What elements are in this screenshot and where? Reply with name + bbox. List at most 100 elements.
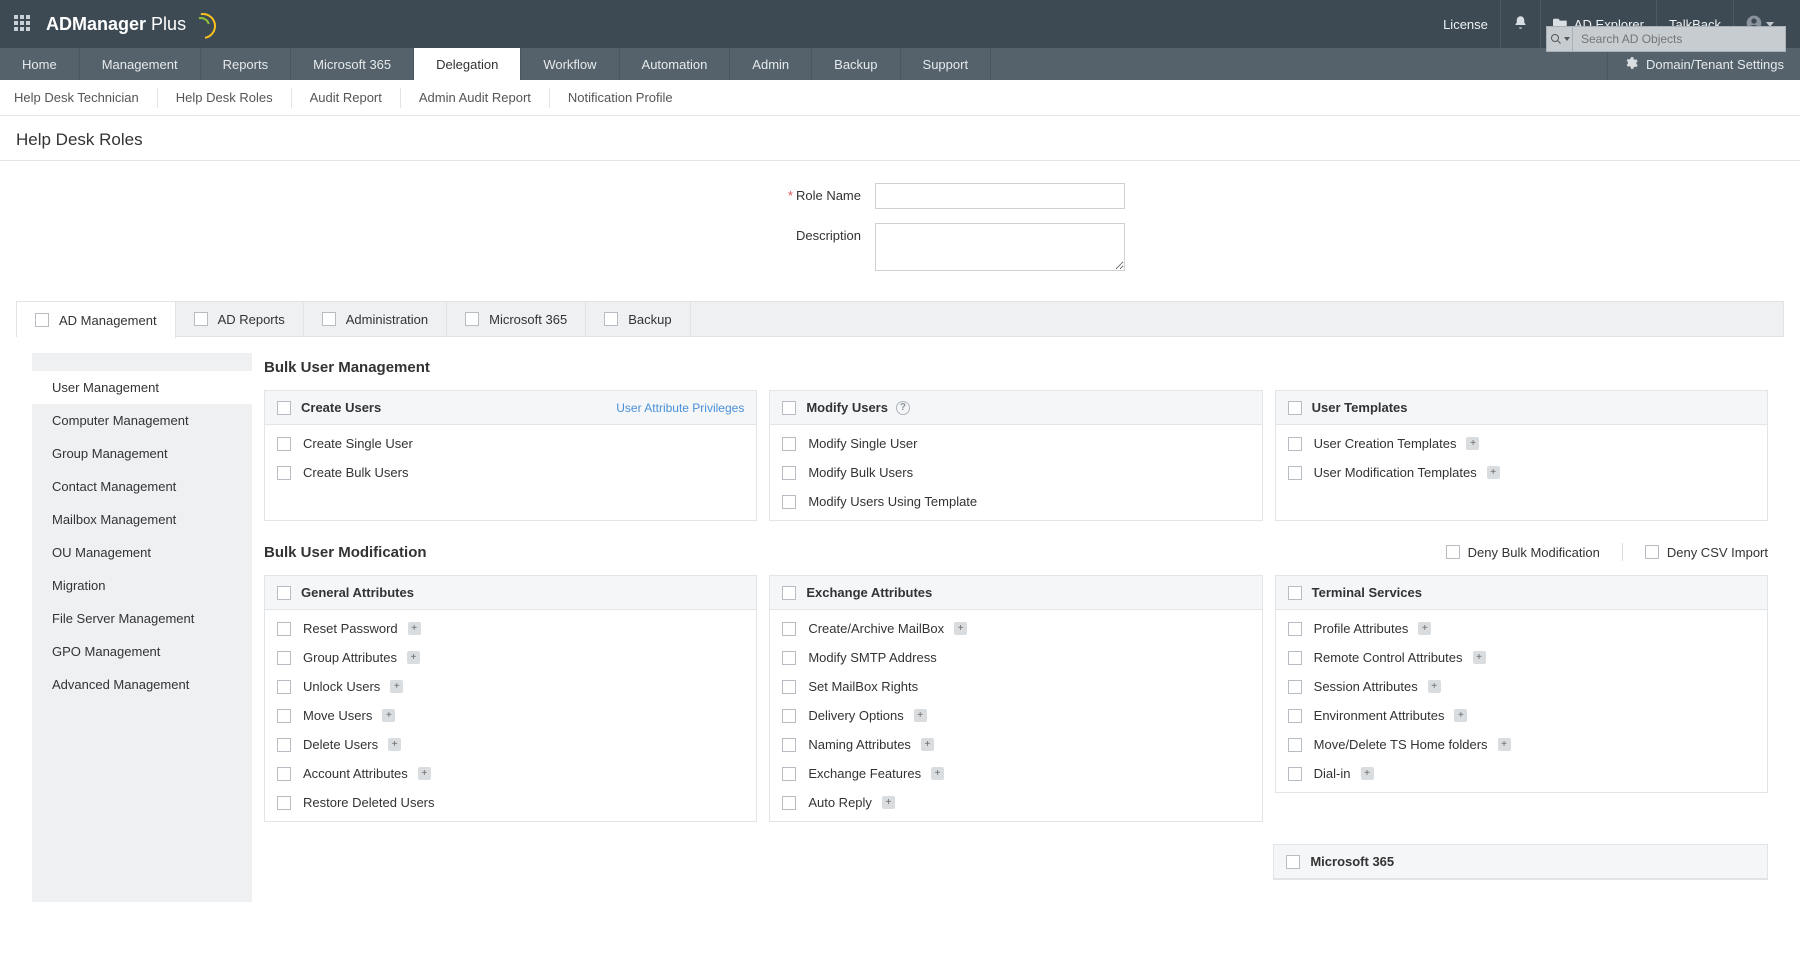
nav-microsoft-365[interactable]: Microsoft 365 [291, 48, 414, 80]
perm-remote-control-attributes[interactable]: Remote Control Attributes+ [1276, 643, 1767, 672]
nav-home[interactable]: Home [0, 48, 80, 80]
nav-admin[interactable]: Admin [730, 48, 812, 80]
nav-workflow[interactable]: Workflow [521, 48, 619, 80]
checkbox[interactable] [1288, 586, 1302, 600]
perm-create-archive-mailbox[interactable]: Create/Archive MailBox+ [770, 614, 1261, 643]
nav-backup[interactable]: Backup [812, 48, 900, 80]
apps-grid-icon[interactable] [14, 15, 32, 33]
expand-icon[interactable]: + [1473, 651, 1486, 664]
expand-icon[interactable]: + [1428, 680, 1441, 693]
perm-move-delete-ts-home-folders[interactable]: Move/Delete TS Home folders+ [1276, 730, 1767, 759]
checkbox[interactable] [782, 622, 796, 636]
nav-support[interactable]: Support [901, 48, 992, 80]
subnav-notification-profile[interactable]: Notification Profile [550, 88, 691, 108]
perm-delete-users[interactable]: Delete Users+ [265, 730, 756, 759]
checkbox[interactable] [194, 312, 208, 326]
deny-bulk-checkbox[interactable]: Deny Bulk Modification [1446, 545, 1600, 560]
checkbox[interactable] [277, 622, 291, 636]
leftnav-ou-management[interactable]: OU Management [32, 536, 252, 569]
domain-tenant-settings[interactable]: Domain/Tenant Settings [1607, 48, 1800, 80]
checkbox[interactable] [277, 401, 291, 415]
expand-icon[interactable]: + [382, 709, 395, 722]
checkbox[interactable] [782, 586, 796, 600]
leftnav-file-server-management[interactable]: File Server Management [32, 602, 252, 635]
perm-exchange-features[interactable]: Exchange Features+ [770, 759, 1261, 788]
checkbox[interactable] [35, 313, 49, 327]
checkbox[interactable] [277, 680, 291, 694]
expand-icon[interactable]: + [1361, 767, 1374, 780]
expand-icon[interactable]: + [931, 767, 944, 780]
help-icon[interactable]: ? [896, 401, 910, 415]
perm-create-bulk-users[interactable]: Create Bulk Users [265, 458, 756, 487]
checkbox[interactable] [782, 738, 796, 752]
nav-delegation[interactable]: Delegation [414, 48, 521, 80]
expand-icon[interactable]: + [390, 680, 403, 693]
cat-tab-microsoft-365[interactable]: Microsoft 365 [447, 302, 586, 336]
checkbox[interactable] [277, 651, 291, 665]
perm-set-mailbox-rights[interactable]: Set MailBox Rights [770, 672, 1261, 701]
perm-modify-users-using-template[interactable]: Modify Users Using Template [770, 487, 1261, 516]
perm-account-attributes[interactable]: Account Attributes+ [265, 759, 756, 788]
expand-icon[interactable]: + [954, 622, 967, 635]
description-textarea[interactable] [875, 223, 1125, 271]
cat-tab-ad-management[interactable]: AD Management [17, 301, 176, 338]
checkbox[interactable] [782, 709, 796, 723]
checkbox[interactable] [782, 796, 796, 810]
leftnav-advanced-management[interactable]: Advanced Management [32, 668, 252, 701]
leftnav-group-management[interactable]: Group Management [32, 437, 252, 470]
perm-profile-attributes[interactable]: Profile Attributes+ [1276, 614, 1767, 643]
nav-automation[interactable]: Automation [620, 48, 731, 80]
subnav-admin-audit-report[interactable]: Admin Audit Report [401, 88, 550, 108]
expand-icon[interactable]: + [1498, 738, 1511, 751]
checkbox[interactable] [277, 709, 291, 723]
deny-csv-checkbox[interactable]: Deny CSV Import [1645, 545, 1768, 560]
perm-modify-bulk-users[interactable]: Modify Bulk Users [770, 458, 1261, 487]
checkbox[interactable] [1288, 651, 1302, 665]
perm-naming-attributes[interactable]: Naming Attributes+ [770, 730, 1261, 759]
checkbox[interactable] [782, 767, 796, 781]
role-name-input[interactable] [875, 183, 1125, 209]
checkbox[interactable] [1288, 767, 1302, 781]
checkbox[interactable] [465, 312, 479, 326]
perm-restore-deleted-users[interactable]: Restore Deleted Users [265, 788, 756, 817]
checkbox[interactable] [1288, 622, 1302, 636]
leftnav-user-management[interactable]: User Management [32, 371, 252, 404]
checkbox[interactable] [277, 466, 291, 480]
perm-create-single-user[interactable]: Create Single User [265, 429, 756, 458]
perm-auto-reply[interactable]: Auto Reply+ [770, 788, 1261, 817]
perm-user-modification-templates[interactable]: User Modification Templates+ [1276, 458, 1767, 487]
leftnav-mailbox-management[interactable]: Mailbox Management [32, 503, 252, 536]
expand-icon[interactable]: + [921, 738, 934, 751]
perm-delivery-options[interactable]: Delivery Options+ [770, 701, 1261, 730]
expand-icon[interactable]: + [407, 651, 420, 664]
search-icon[interactable] [1547, 27, 1573, 51]
perm-dial-in[interactable]: Dial-in+ [1276, 759, 1767, 788]
expand-icon[interactable]: + [388, 738, 401, 751]
leftnav-contact-management[interactable]: Contact Management [32, 470, 252, 503]
perm-move-users[interactable]: Move Users+ [265, 701, 756, 730]
expand-icon[interactable]: + [914, 709, 927, 722]
subnav-help-desk-roles[interactable]: Help Desk Roles [158, 88, 292, 108]
checkbox[interactable] [277, 738, 291, 752]
expand-icon[interactable]: + [1466, 437, 1479, 450]
checkbox[interactable] [782, 401, 796, 415]
subnav-help-desk-technician[interactable]: Help Desk Technician [14, 88, 158, 108]
checkbox[interactable] [277, 437, 291, 451]
expand-icon[interactable]: + [882, 796, 895, 809]
checkbox[interactable] [277, 796, 291, 810]
expand-icon[interactable]: + [1454, 709, 1467, 722]
checkbox[interactable] [277, 767, 291, 781]
checkbox[interactable] [277, 586, 291, 600]
checkbox[interactable] [1288, 466, 1302, 480]
notifications-button[interactable] [1500, 0, 1540, 48]
expand-icon[interactable]: + [418, 767, 431, 780]
search-input[interactable] [1573, 32, 1785, 46]
perm-modify-smtp-address[interactable]: Modify SMTP Address [770, 643, 1261, 672]
checkbox[interactable] [782, 680, 796, 694]
checkbox[interactable] [1286, 855, 1300, 869]
expand-icon[interactable]: + [1487, 466, 1500, 479]
leftnav-migration[interactable]: Migration [32, 569, 252, 602]
checkbox[interactable] [322, 312, 336, 326]
perm-unlock-users[interactable]: Unlock Users+ [265, 672, 756, 701]
checkbox[interactable] [782, 466, 796, 480]
